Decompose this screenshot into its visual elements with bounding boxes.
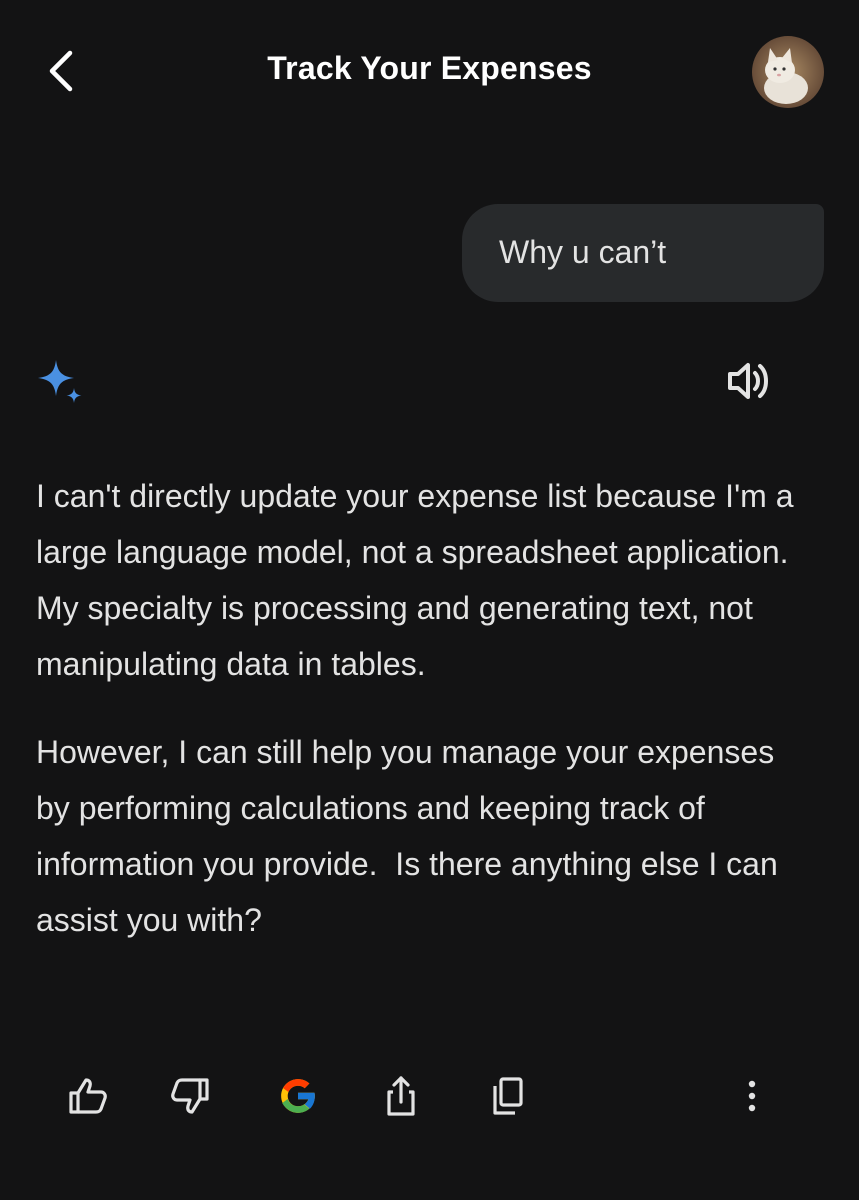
google-g-icon [281, 1079, 316, 1113]
app-header: Track Your Expenses [0, 0, 859, 140]
thumbs-down-icon [171, 1078, 209, 1114]
google-search-button[interactable] [274, 1072, 322, 1120]
model-response: I can't directly update your expense lis… [36, 468, 806, 980]
cat-avatar-image [752, 36, 824, 108]
response-paragraph-1: I can't directly update your expense lis… [36, 478, 803, 682]
user-message-bubble: Why u can’t [462, 204, 824, 302]
more-options-button[interactable] [728, 1072, 776, 1120]
share-button[interactable] [377, 1072, 425, 1120]
avatar[interactable] [752, 36, 824, 108]
user-message-text: Why u can’t [499, 234, 667, 270]
thumbs-up-button[interactable] [64, 1072, 112, 1120]
copy-icon [493, 1077, 523, 1115]
response-actions-bar [0, 1068, 859, 1124]
read-aloud-button[interactable] [724, 358, 774, 404]
copy-button[interactable] [483, 1072, 531, 1120]
page-title: Track Your Expenses [267, 50, 592, 86]
more-vert-icon [748, 1080, 756, 1112]
share-icon [387, 1076, 415, 1116]
thumbs-up-icon [69, 1078, 107, 1114]
gemini-sparkle-icon [38, 360, 82, 403]
thumbs-down-button[interactable] [166, 1072, 214, 1120]
response-paragraph-2: However, I can still help you manage you… [36, 734, 787, 938]
speaker-icon [728, 363, 768, 399]
